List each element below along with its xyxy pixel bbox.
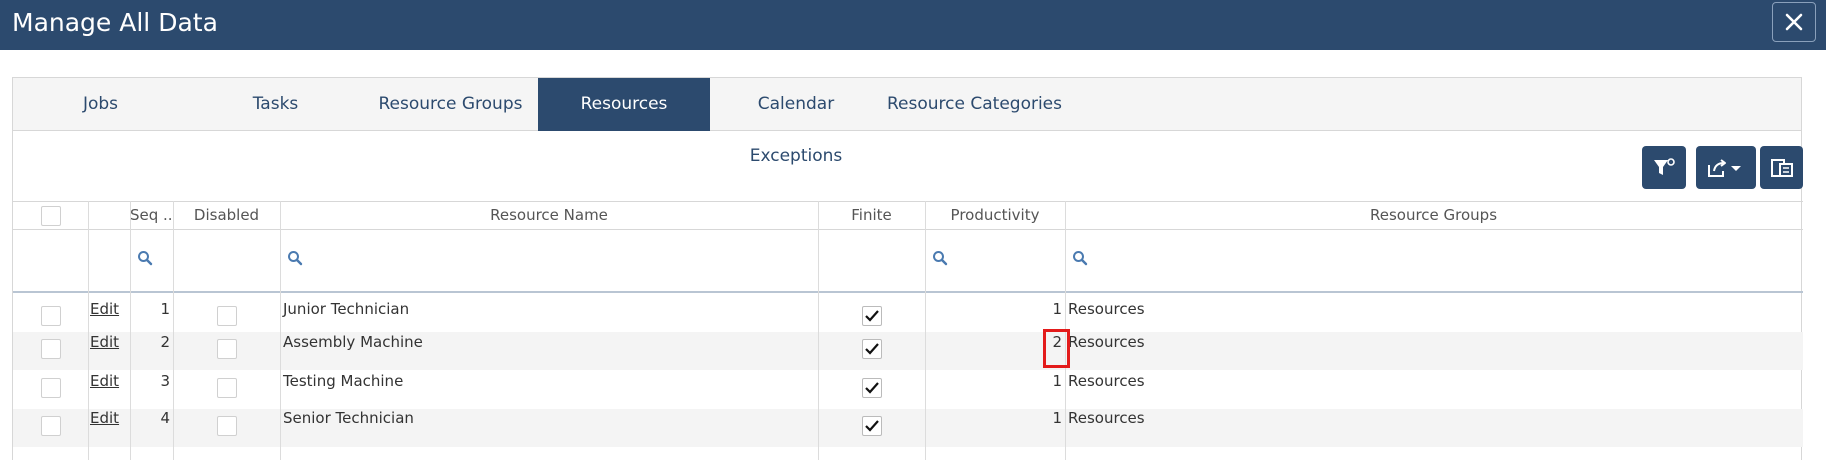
table-row: Edit 1 Junior Technician 1 Resources xyxy=(13,294,1803,332)
row-select-checkbox[interactable] xyxy=(41,339,61,359)
disabled-checkbox[interactable] xyxy=(217,378,237,398)
header-seq[interactable]: Seq ... xyxy=(130,202,173,230)
column-chooser-icon xyxy=(1770,158,1793,177)
search-icon[interactable] xyxy=(932,250,948,266)
disabled-checkbox[interactable] xyxy=(217,306,237,326)
resource-groups-cell: Resources xyxy=(1068,333,1145,351)
finite-checkbox[interactable] xyxy=(862,339,882,359)
resource-groups-cell: Resources xyxy=(1068,372,1145,390)
tab-resources[interactable]: Resources xyxy=(538,78,710,131)
filter-row xyxy=(13,230,1803,293)
productivity-cell: 1 xyxy=(1052,372,1062,390)
edit-link[interactable]: Edit xyxy=(90,403,119,441)
header-disabled[interactable]: Disabled xyxy=(173,202,280,230)
productivity-cell: 1 xyxy=(1052,409,1062,427)
row-select-checkbox[interactable] xyxy=(41,416,61,436)
productivity-cell: 2 xyxy=(1052,333,1062,351)
row-select-checkbox[interactable] xyxy=(41,306,61,326)
column-divider xyxy=(818,201,819,460)
finite-checkbox[interactable] xyxy=(862,306,882,326)
filter-clear-icon xyxy=(1654,157,1675,175)
column-chooser-button[interactable] xyxy=(1760,146,1803,189)
select-all-checkbox[interactable] xyxy=(41,206,61,226)
export-dropdown-icon xyxy=(1708,158,1741,177)
column-divider xyxy=(130,201,131,460)
resource-name-cell: Assembly Machine xyxy=(283,333,423,351)
search-icon[interactable] xyxy=(287,250,303,266)
resource-groups-cell: Resources xyxy=(1068,409,1145,427)
seq-cell: 3 xyxy=(160,372,170,390)
export-button[interactable] xyxy=(1696,146,1756,189)
row-select-checkbox[interactable] xyxy=(41,378,61,398)
clear-filter-button[interactable] xyxy=(1642,146,1686,189)
edit-link[interactable]: Edit xyxy=(90,327,119,365)
tab-calendar-exceptions[interactable]: Calendar Exceptions xyxy=(710,78,882,166)
column-divider xyxy=(925,201,926,460)
tab-tasks[interactable]: Tasks xyxy=(188,78,363,131)
finite-checkbox[interactable] xyxy=(862,378,882,398)
seq-cell: 4 xyxy=(160,409,170,427)
header-resource-name[interactable]: Resource Name xyxy=(280,202,818,230)
close-button[interactable] xyxy=(1772,2,1816,42)
column-divider xyxy=(173,201,174,460)
search-icon[interactable] xyxy=(137,250,153,266)
column-divider xyxy=(280,201,281,460)
tab-resource-categories[interactable]: Resource Categories xyxy=(882,78,1067,131)
tab-resource-groups[interactable]: Resource Groups xyxy=(363,78,538,131)
tab-bar: Jobs Tasks Resource Groups Resources Cal… xyxy=(13,78,1801,166)
header-resource-groups[interactable]: Resource Groups xyxy=(1065,202,1802,230)
edit-link[interactable]: Edit xyxy=(90,366,119,404)
table-row: Edit 3 Testing Machine 1 Resources xyxy=(13,370,1803,408)
seq-cell: 2 xyxy=(160,333,170,351)
header-actions xyxy=(88,202,130,230)
window-title: Manage All Data xyxy=(12,8,218,37)
disabled-checkbox[interactable] xyxy=(217,339,237,359)
checkmark-icon xyxy=(865,310,879,322)
disabled-checkbox[interactable] xyxy=(217,416,237,436)
checkmark-icon xyxy=(865,420,879,432)
header-productivity[interactable]: Productivity xyxy=(925,202,1065,230)
header-finite[interactable]: Finite xyxy=(818,202,925,230)
finite-checkbox[interactable] xyxy=(862,416,882,436)
data-panel: Jobs Tasks Resource Groups Resources Cal… xyxy=(12,77,1803,460)
resource-name-cell: Senior Technician xyxy=(283,409,414,427)
checkmark-icon xyxy=(865,343,879,355)
checkmark-icon xyxy=(865,382,879,394)
table-row: Edit 2 Assembly Machine 2 Resources xyxy=(13,332,1803,370)
highlight-box xyxy=(1043,329,1070,368)
table-row: Edit 4 Senior Technician 1 Resources xyxy=(13,409,1803,447)
grid-header: Seq ... Disabled Resource Name Finite Pr… xyxy=(13,201,1803,230)
title-bar: Manage All Data xyxy=(0,0,1826,50)
search-icon[interactable] xyxy=(1072,250,1088,266)
resource-name-cell: Testing Machine xyxy=(283,372,404,390)
column-divider xyxy=(88,201,89,460)
close-icon xyxy=(1785,13,1803,31)
tab-jobs[interactable]: Jobs xyxy=(13,78,188,131)
